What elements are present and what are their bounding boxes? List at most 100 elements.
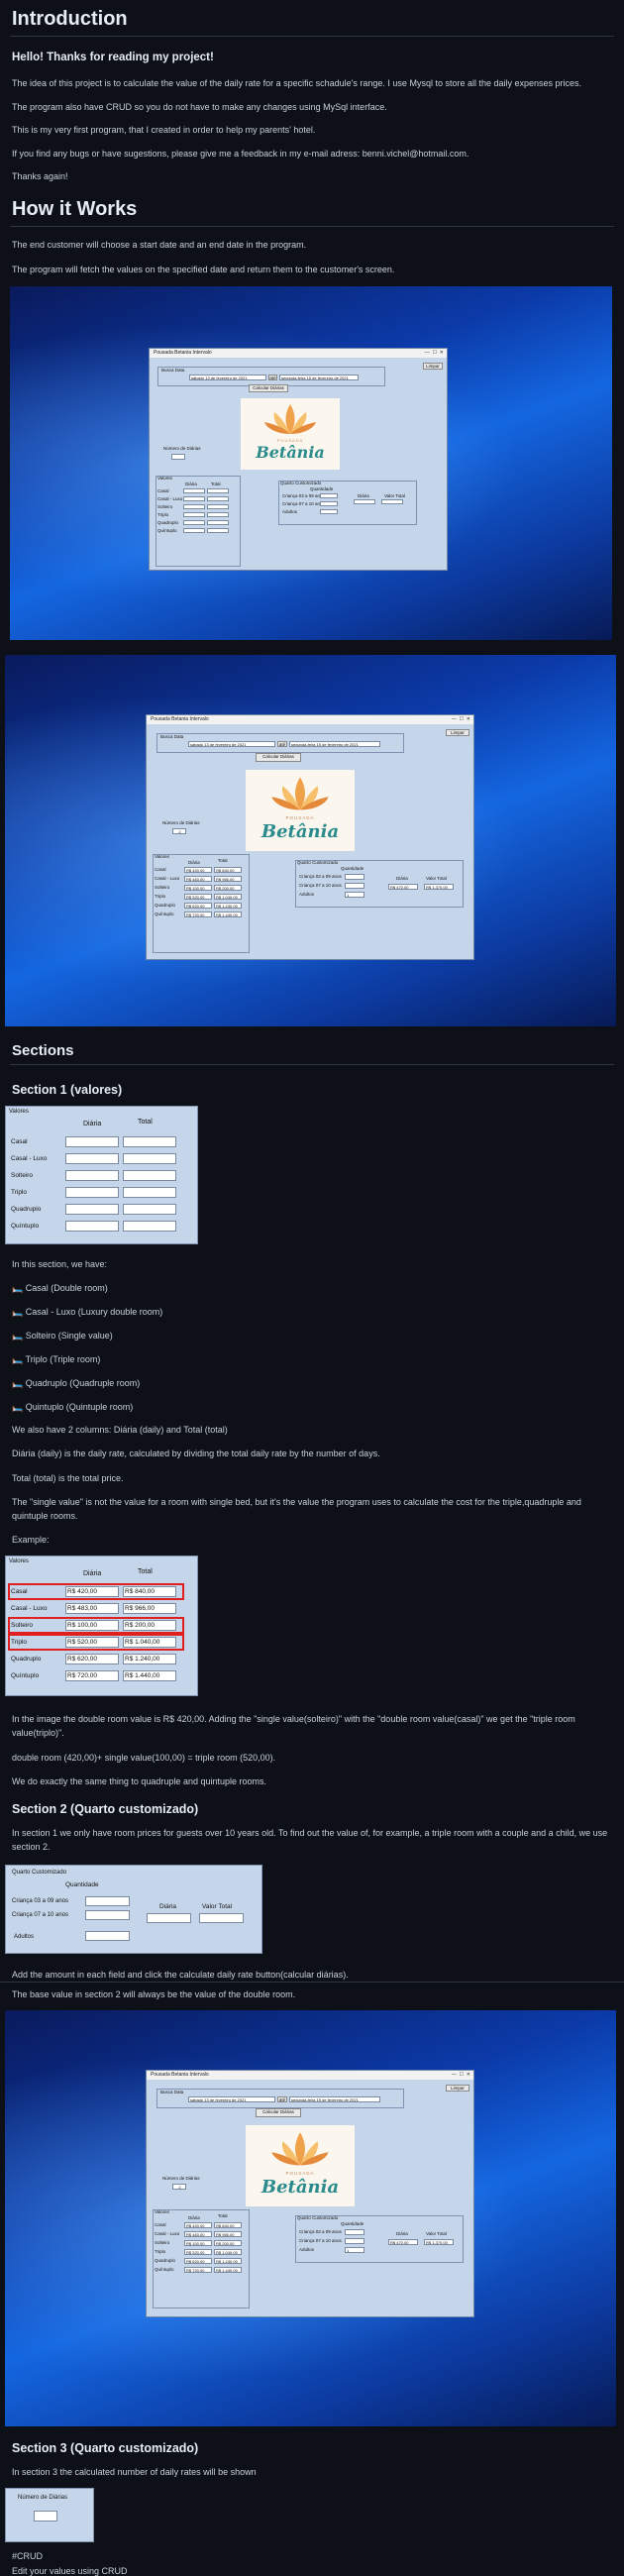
- daily-count-label: Número de Diárias: [162, 2176, 200, 2181]
- daily-count-field[interactable]: 2: [172, 2184, 186, 2190]
- diaria-field[interactable]: R$ 483,00: [65, 1603, 119, 1614]
- window-controls-icon[interactable]: — ☐ ✕: [452, 2071, 470, 2080]
- custom-total-field[interactable]: R$ 1.370,00: [424, 884, 454, 890]
- room-label: Quadruplo: [11, 1656, 42, 1663]
- daily-count-field[interactable]: [34, 2511, 57, 2522]
- diaria-field[interactable]: [183, 504, 205, 509]
- custom-qty-field[interactable]: [320, 509, 338, 514]
- diaria-field[interactable]: [183, 488, 205, 493]
- diaria-field[interactable]: [65, 1170, 119, 1181]
- end-date-input[interactable]: segunda-feira 15 de fevereiro de 2021: [279, 375, 359, 380]
- total-field[interactable]: [207, 488, 229, 493]
- crud-title: #CRUD: [12, 2551, 44, 2561]
- diaria-field[interactable]: [183, 512, 205, 517]
- custom-qty-field[interactable]: [320, 493, 338, 498]
- window-controls-icon[interactable]: — ☐ ✕: [425, 349, 444, 358]
- calculate-button[interactable]: Calcular Diárias: [256, 753, 301, 762]
- calculate-button[interactable]: Calcular Diárias: [256, 2108, 301, 2117]
- diaria-field[interactable]: [65, 1221, 119, 1232]
- room-list-text: Triplo (Triple room): [25, 1354, 101, 1364]
- diaria-field[interactable]: R$ 620,00: [184, 903, 212, 909]
- total-field[interactable]: [207, 520, 229, 525]
- diaria-field[interactable]: R$ 620,00: [184, 2258, 212, 2264]
- diaria-field[interactable]: [183, 528, 205, 533]
- custom-diaria-field[interactable]: R$ 470,00: [388, 2239, 418, 2245]
- custom-qty-field[interactable]: [320, 501, 338, 506]
- total-field[interactable]: [207, 528, 229, 533]
- custom-qty-field[interactable]: 1: [345, 892, 364, 898]
- end-date-input[interactable]: segunda-feira 15 de fevereiro de 2021: [289, 2096, 380, 2102]
- total-field[interactable]: [123, 1170, 176, 1181]
- custom-diaria-field[interactable]: [354, 499, 375, 504]
- custom-qty-field[interactable]: [85, 1910, 130, 1920]
- start-date-input[interactable]: sábado 13 de fevereiro de 2021: [189, 375, 266, 380]
- section1-example: Example:: [12, 1535, 50, 1545]
- clear-button[interactable]: Limpar: [423, 363, 443, 370]
- custom-qty-field[interactable]: [345, 874, 364, 880]
- room-list-text: Casal (Double room): [25, 1283, 108, 1293]
- diaria-field[interactable]: R$ 720,00: [184, 2267, 212, 2273]
- diaria-field[interactable]: R$ 520,00: [184, 2249, 212, 2255]
- total-field[interactable]: R$ 1.040,00: [214, 894, 242, 900]
- total-field[interactable]: R$ 840,00: [214, 2222, 242, 2228]
- diaria-field[interactable]: [183, 520, 205, 525]
- custom-qty-field[interactable]: [345, 2229, 364, 2235]
- diaria-field[interactable]: [65, 1136, 119, 1147]
- custom-qty-field[interactable]: [85, 1896, 130, 1906]
- total-field[interactable]: R$ 1.440,00: [214, 2267, 242, 2273]
- total-field[interactable]: R$ 1.440,00: [214, 912, 242, 917]
- diaria-field[interactable]: R$ 720,00: [184, 912, 212, 917]
- start-date-input[interactable]: sábado 13 de fevereiro de 2021: [188, 2096, 275, 2102]
- diaria-field[interactable]: [65, 1204, 119, 1215]
- window-controls-icon[interactable]: — ☐ ✕: [452, 715, 470, 724]
- total-field[interactable]: R$ 966,00: [214, 876, 242, 882]
- diaria-field[interactable]: [65, 1153, 119, 1164]
- total-field[interactable]: [123, 1136, 176, 1147]
- total-field[interactable]: R$ 1.240,00: [123, 1654, 176, 1664]
- diaria-field[interactable]: R$ 100,00: [184, 885, 212, 891]
- diaria-field[interactable]: R$ 100,00: [184, 2240, 212, 2246]
- daily-count-field[interactable]: 2: [172, 828, 186, 834]
- total-field[interactable]: R$ 966,00: [214, 2231, 242, 2237]
- clear-button[interactable]: Limpar: [446, 729, 469, 736]
- total-field[interactable]: [207, 512, 229, 517]
- diaria-field[interactable]: R$ 620,00: [65, 1654, 119, 1664]
- custom-qty-field[interactable]: 1: [345, 2247, 364, 2253]
- end-date-input[interactable]: segunda-feira 15 de fevereiro de 2021: [289, 741, 380, 747]
- custom-qty-field[interactable]: [345, 2238, 364, 2244]
- total-field[interactable]: [207, 496, 229, 501]
- diaria-field[interactable]: R$ 720,00: [65, 1670, 119, 1681]
- total-field[interactable]: [123, 1153, 176, 1164]
- total-field[interactable]: [207, 504, 229, 509]
- total-field[interactable]: R$ 840,00: [214, 867, 242, 873]
- custom-diaria-field[interactable]: [147, 1913, 191, 1923]
- diaria-field[interactable]: [65, 1187, 119, 1198]
- custom-total-field[interactable]: [381, 499, 403, 504]
- diaria-field[interactable]: R$ 420,00: [184, 867, 212, 873]
- total-field[interactable]: R$ 1.440,00: [123, 1670, 176, 1681]
- calculate-button[interactable]: Calcular Diárias: [249, 384, 288, 392]
- custom-qty-field[interactable]: [85, 1931, 130, 1941]
- custom-qty-field[interactable]: [345, 883, 364, 889]
- total-field[interactable]: [123, 1221, 176, 1232]
- clear-button[interactable]: Limpar: [446, 2085, 469, 2092]
- total-field[interactable]: [123, 1204, 176, 1215]
- total-field[interactable]: R$ 1.040,00: [214, 2249, 242, 2255]
- diaria-field[interactable]: R$ 520,00: [184, 894, 212, 900]
- start-date-input[interactable]: sábado 13 de fevereiro de 2021: [188, 741, 275, 747]
- custom-diaria-field[interactable]: R$ 470,00: [388, 884, 418, 890]
- diaria-field[interactable]: R$ 483,00: [184, 876, 212, 882]
- custom-total-field[interactable]: [199, 1913, 244, 1923]
- room-label: Quíntuplo: [155, 2267, 174, 2272]
- total-field[interactable]: [123, 1187, 176, 1198]
- diaria-field[interactable]: R$ 420,00: [184, 2222, 212, 2228]
- daily-count-field[interactable]: [171, 454, 185, 460]
- total-field[interactable]: R$ 1.240,00: [214, 903, 242, 909]
- total-field[interactable]: R$ 200,00: [214, 885, 242, 891]
- diaria-field[interactable]: R$ 483,00: [184, 2231, 212, 2237]
- total-field[interactable]: R$ 1.240,00: [214, 2258, 242, 2264]
- total-field[interactable]: R$ 200,00: [214, 2240, 242, 2246]
- custom-total-field[interactable]: R$ 1.370,00: [424, 2239, 454, 2245]
- diaria-field[interactable]: [183, 496, 205, 501]
- total-field[interactable]: R$ 966,00: [123, 1603, 176, 1614]
